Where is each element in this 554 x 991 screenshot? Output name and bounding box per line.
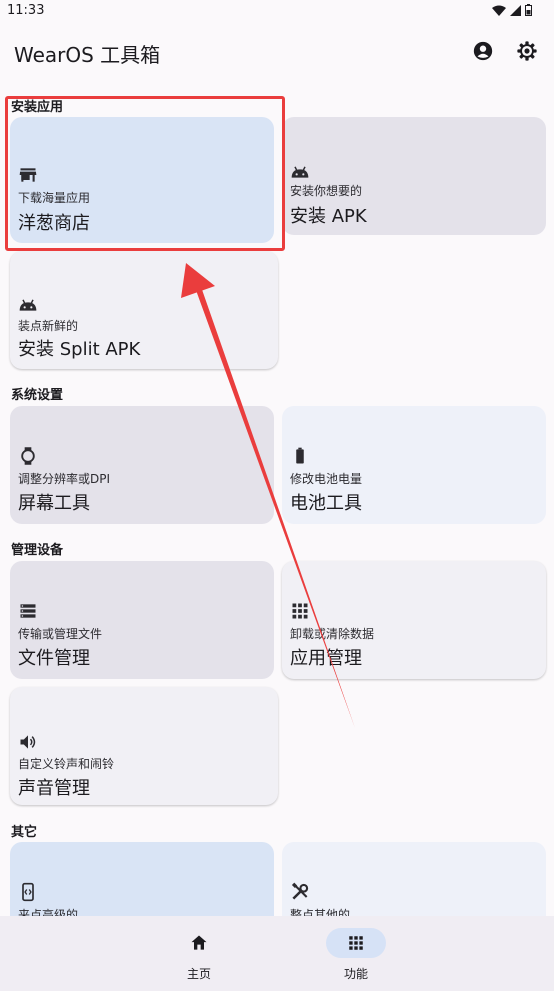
section-header-other: 其它 <box>11 825 38 840</box>
apps-grid-icon <box>349 936 363 950</box>
card-app-manager[interactable]: 卸载或清除数据 应用管理 <box>282 561 546 679</box>
card-store-title: 洋葱商店 <box>18 213 90 234</box>
section-header-system: 系统设置 <box>11 388 64 403</box>
battery-status-icon <box>525 4 532 16</box>
card-install-apk[interactable]: 安装你想要的 安装 APK <box>282 117 546 235</box>
card-install-split-apk[interactable]: 装点新鲜的 安装 Split APK <box>10 251 278 369</box>
nav-item-features[interactable]: 功能 <box>302 916 422 991</box>
wifi-icon <box>492 5 506 16</box>
nav-label-features: 功能 <box>343 967 368 981</box>
card-screen-tool-subtitle: 调整分辨率或DPI <box>18 472 111 486</box>
card-install-apk-subtitle: 安装你想要的 <box>290 184 363 198</box>
card-store[interactable]: 下载海量应用 洋葱商店 <box>10 117 274 243</box>
status-time: 11:33 <box>7 3 45 18</box>
card-app-manager-title: 应用管理 <box>290 648 362 669</box>
card-battery-tool-subtitle: 修改电池电量 <box>290 472 363 486</box>
card-advanced[interactable]: 来点高级的 <box>10 842 274 916</box>
card-install-split-title: 安装 Split APK <box>18 339 141 360</box>
section-header-manage: 管理设备 <box>11 543 64 558</box>
card-screen-tool[interactable]: 调整分辨率或DPI 屏幕工具 <box>10 406 274 524</box>
battery-icon <box>296 447 304 464</box>
card-battery-tool[interactable]: 修改电池电量 电池工具 <box>282 406 546 524</box>
card-install-split-subtitle: 装点新鲜的 <box>18 319 79 333</box>
volume-icon <box>20 735 36 749</box>
code-phone-icon <box>22 882 34 902</box>
status-bar: 11:33 <box>0 0 554 22</box>
account-circle-icon <box>473 41 493 61</box>
store-icon <box>19 168 37 182</box>
card-file-manager-title: 文件管理 <box>18 648 90 669</box>
card-app-manager-subtitle: 卸载或清除数据 <box>290 627 375 641</box>
card-others[interactable]: 整点其他的 <box>282 842 546 916</box>
home-icon <box>191 935 207 950</box>
apps-grid-icon <box>292 603 308 619</box>
card-file-manager-subtitle: 传输或管理文件 <box>18 627 103 641</box>
tools-icon <box>291 882 309 900</box>
storage-icon <box>20 604 36 618</box>
android-icon <box>19 299 37 311</box>
card-sound-manager[interactable]: 自定义铃声和闹铃 声音管理 <box>10 687 278 805</box>
android-icon <box>291 166 309 178</box>
bottom-navigation: 主页 功能 <box>0 916 554 991</box>
nav-label-home: 主页 <box>186 967 211 981</box>
card-advanced-subtitle: 来点高级的 <box>18 908 79 916</box>
watch-icon <box>21 447 35 465</box>
top-app-bar: WearOS 工具箱 <box>0 22 554 82</box>
card-sound-manager-title: 声音管理 <box>18 778 90 799</box>
status-icons <box>492 4 532 16</box>
card-battery-tool-title: 电池工具 <box>290 493 362 514</box>
card-store-subtitle: 下载海量应用 <box>18 191 91 205</box>
nav-features-indicator <box>326 928 386 958</box>
card-others-subtitle: 整点其他的 <box>290 908 351 916</box>
card-sound-manager-subtitle: 自定义铃声和闹铃 <box>18 757 115 771</box>
nav-item-home[interactable]: 主页 <box>145 916 265 991</box>
signal-icon <box>510 4 521 16</box>
account-button[interactable] <box>470 38 496 64</box>
card-install-apk-title: 安装 APK <box>290 206 367 227</box>
section-header-install: 安装应用 <box>11 100 64 115</box>
settings-button[interactable] <box>514 38 540 64</box>
app-title: WearOS 工具箱 <box>14 43 161 67</box>
nav-home-indicator <box>169 928 229 958</box>
card-file-manager[interactable]: 传输或管理文件 文件管理 <box>10 561 274 679</box>
feature-list[interactable]: 安装应用 下载海量应用 洋葱商店 安装你想要的 安装 APK 装点新鲜的 安装 … <box>0 82 554 916</box>
gear-icon <box>517 41 537 61</box>
card-screen-tool-title: 屏幕工具 <box>18 493 90 514</box>
